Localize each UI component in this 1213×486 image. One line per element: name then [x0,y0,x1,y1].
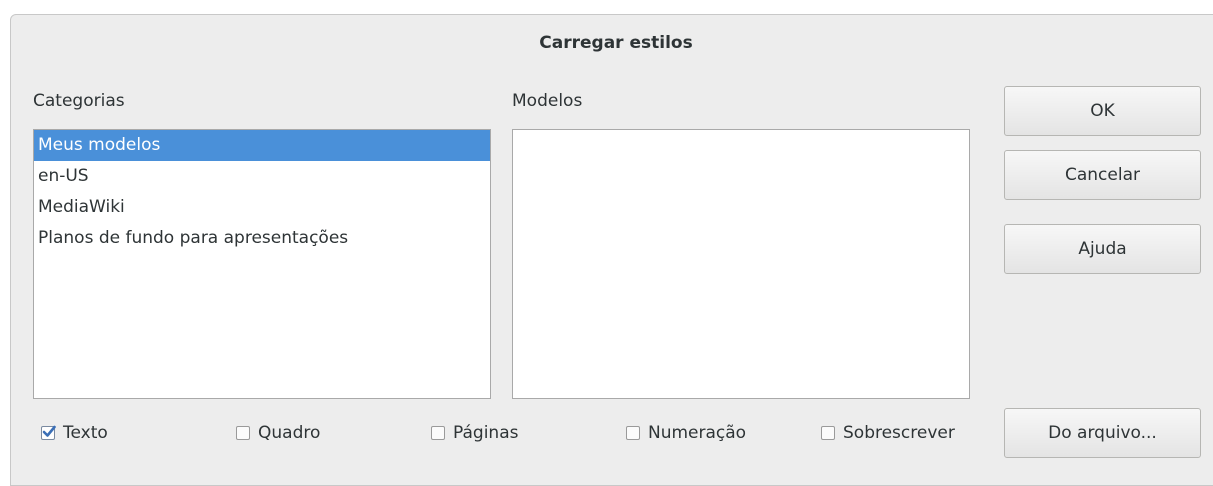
templates-label: Modelos [512,91,583,111]
list-item-planos-de-fundo[interactable]: Planos de fundo para apresentações [34,223,490,254]
text-checkbox-label: Texto [63,423,108,443]
numbering-checkbox[interactable]: Numeração [626,419,746,447]
dialog-title: Carregar estilos [539,33,693,53]
checkbox-unchecked-icon [626,426,640,440]
pages-checkbox[interactable]: Páginas [431,419,518,447]
text-checkbox[interactable]: Texto [41,419,108,447]
ok-button[interactable]: OK [1004,86,1201,136]
numbering-checkbox-label: Numeração [648,423,747,443]
frame-checkbox[interactable]: Quadro [236,419,320,447]
checkbox-unchecked-icon [821,426,835,440]
from-file-button[interactable]: Do arquivo... [1004,408,1201,458]
list-item-en-us[interactable]: en-US [34,161,490,192]
categories-list[interactable]: Meus modelos en-US MediaWiki Planos de f… [33,129,491,399]
cancel-button[interactable]: Cancelar [1004,150,1201,200]
overwrite-checkbox[interactable]: Sobrescrever [821,419,955,447]
checkbox-checked-icon [41,425,56,440]
templates-list[interactable] [512,129,970,399]
categories-label: Categorias [33,91,125,111]
help-button[interactable]: Ajuda [1004,224,1201,274]
list-item-meus-modelos[interactable]: Meus modelos [34,130,490,161]
checkbox-unchecked-icon [431,426,445,440]
list-item-mediawiki[interactable]: MediaWiki [34,192,490,223]
pages-checkbox-label: Páginas [453,423,519,443]
load-styles-dialog: Carregar estilos Categorias Meus modelos… [10,14,1213,486]
frame-checkbox-label: Quadro [258,423,321,443]
checkbox-unchecked-icon [236,426,250,440]
overwrite-checkbox-label: Sobrescrever [843,423,955,443]
